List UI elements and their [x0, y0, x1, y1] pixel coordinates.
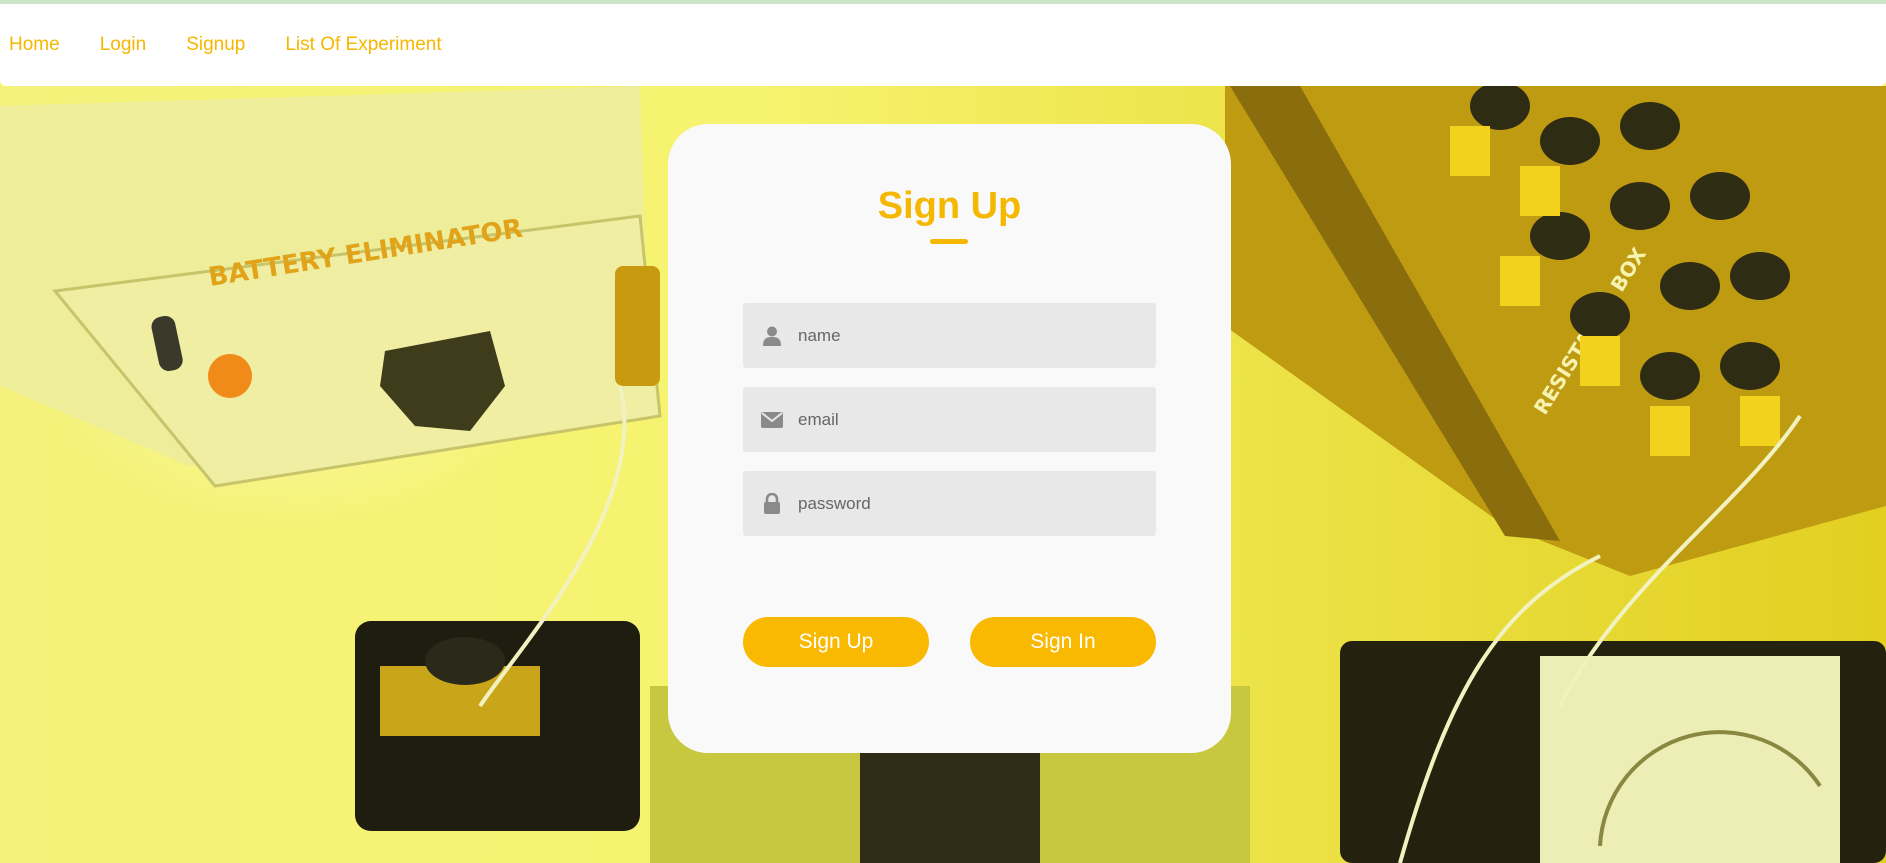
page-title: Sign Up [877, 185, 1022, 227]
lock-icon [759, 493, 785, 514]
title-underline [930, 239, 968, 244]
nav-signup[interactable]: Signup [186, 34, 245, 56]
envelope-icon [759, 411, 785, 428]
email-field [743, 387, 1156, 452]
key-switch-device [355, 621, 640, 831]
password-input[interactable] [796, 492, 1130, 515]
signup-card: Sign Up Sign Up Sign In [668, 124, 1231, 753]
nav-home[interactable]: Home [9, 34, 60, 56]
name-field [743, 303, 1156, 368]
resistance-box-device: RESISTANCE BOX [1225, 86, 1886, 576]
password-field [743, 471, 1156, 536]
name-input[interactable] [796, 324, 1130, 347]
nav-list-of-experiment[interactable]: List Of Experiment [285, 34, 441, 56]
user-icon [759, 326, 785, 346]
nav-login[interactable]: Login [100, 34, 147, 56]
email-input[interactable] [796, 408, 1130, 431]
galvanometer-device [1340, 641, 1886, 863]
signup-button[interactable]: Sign Up [743, 617, 929, 667]
battery-eliminator-device: BATTERY ELIMINATOR [0, 86, 662, 488]
navbar: Home Login Signup List Of Experiment [0, 4, 1886, 86]
signin-button[interactable]: Sign In [970, 617, 1156, 667]
